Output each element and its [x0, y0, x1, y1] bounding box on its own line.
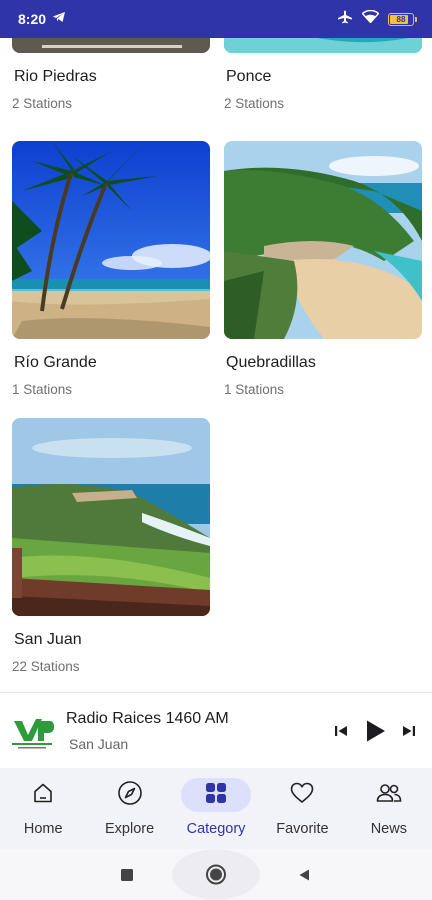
city-card-rio-piedras[interactable]: Rio Piedras 2 Stations [12, 38, 210, 111]
battery-level: 88 [396, 14, 406, 24]
wifi-icon [361, 9, 380, 28]
city-thumbnail [12, 38, 210, 53]
status-time: 8:20 [18, 11, 47, 27]
city-thumbnail [12, 418, 210, 616]
skip-next-icon[interactable] [400, 722, 418, 740]
system-navigation-bar [0, 849, 432, 900]
battery-icon: 88 [388, 12, 417, 26]
nav-label: Category [186, 821, 246, 837]
heart-icon [289, 781, 315, 810]
city-thumbnail [224, 141, 422, 339]
city-thumbnail [224, 38, 422, 53]
nav-label: News [370, 821, 407, 837]
category-grid-icon [204, 781, 228, 810]
station-logo [8, 708, 56, 753]
people-icon [375, 781, 403, 810]
station-count: 2 Stations [224, 96, 285, 111]
station-count: 1 Stations [12, 382, 73, 397]
city-name: Ponce [226, 68, 272, 85]
station-count: 1 Stations [224, 382, 285, 397]
city-name: Rio Piedras [14, 68, 97, 85]
airplane-mode-icon [337, 10, 353, 29]
station-count: 2 Stations [12, 96, 73, 111]
nav-favorite[interactable]: Favorite [259, 768, 345, 849]
status-bar: 8:20 88 [0, 0, 432, 38]
home-button-icon[interactable] [172, 849, 260, 900]
telegram-icon [52, 10, 66, 28]
city-card-ponce[interactable]: Ponce 2 Stations [224, 38, 422, 111]
play-icon[interactable] [362, 718, 388, 744]
nav-news[interactable]: News [346, 768, 432, 849]
city-name: Quebradillas [226, 354, 316, 371]
nav-explore[interactable]: Explore [86, 768, 172, 849]
recents-icon[interactable] [119, 849, 135, 900]
city-thumbnail [12, 141, 210, 339]
city-card-san-juan[interactable]: San Juan 22 Stations [12, 418, 210, 674]
skip-previous-icon[interactable] [332, 722, 350, 740]
bottom-navigation: Home Explore Category Favorite News [0, 768, 432, 849]
back-icon[interactable] [296, 849, 312, 900]
mini-player[interactable]: Radio Raices 1460 AM San Juan [0, 692, 432, 768]
nav-category[interactable]: Category [173, 768, 259, 849]
city-card-rio-grande[interactable]: Río Grande 1 Stations [12, 141, 210, 397]
city-card-quebradillas[interactable]: Quebradillas 1 Stations [224, 141, 422, 397]
player-station-city: San Juan [69, 735, 129, 752]
nav-label: Favorite [276, 821, 329, 837]
category-grid: Rio Piedras 2 Stations Ponce 2 Stations [0, 38, 432, 692]
city-name: San Juan [14, 631, 82, 648]
station-count: 22 Stations [12, 659, 80, 674]
nav-label: Explore [105, 821, 155, 837]
nav-label: Home [23, 821, 63, 837]
nav-home[interactable]: Home [0, 768, 86, 849]
player-station-name: Radio Raices 1460 AM [66, 709, 229, 727]
city-name: Río Grande [14, 354, 97, 371]
compass-icon [117, 780, 143, 811]
home-icon [31, 781, 55, 810]
